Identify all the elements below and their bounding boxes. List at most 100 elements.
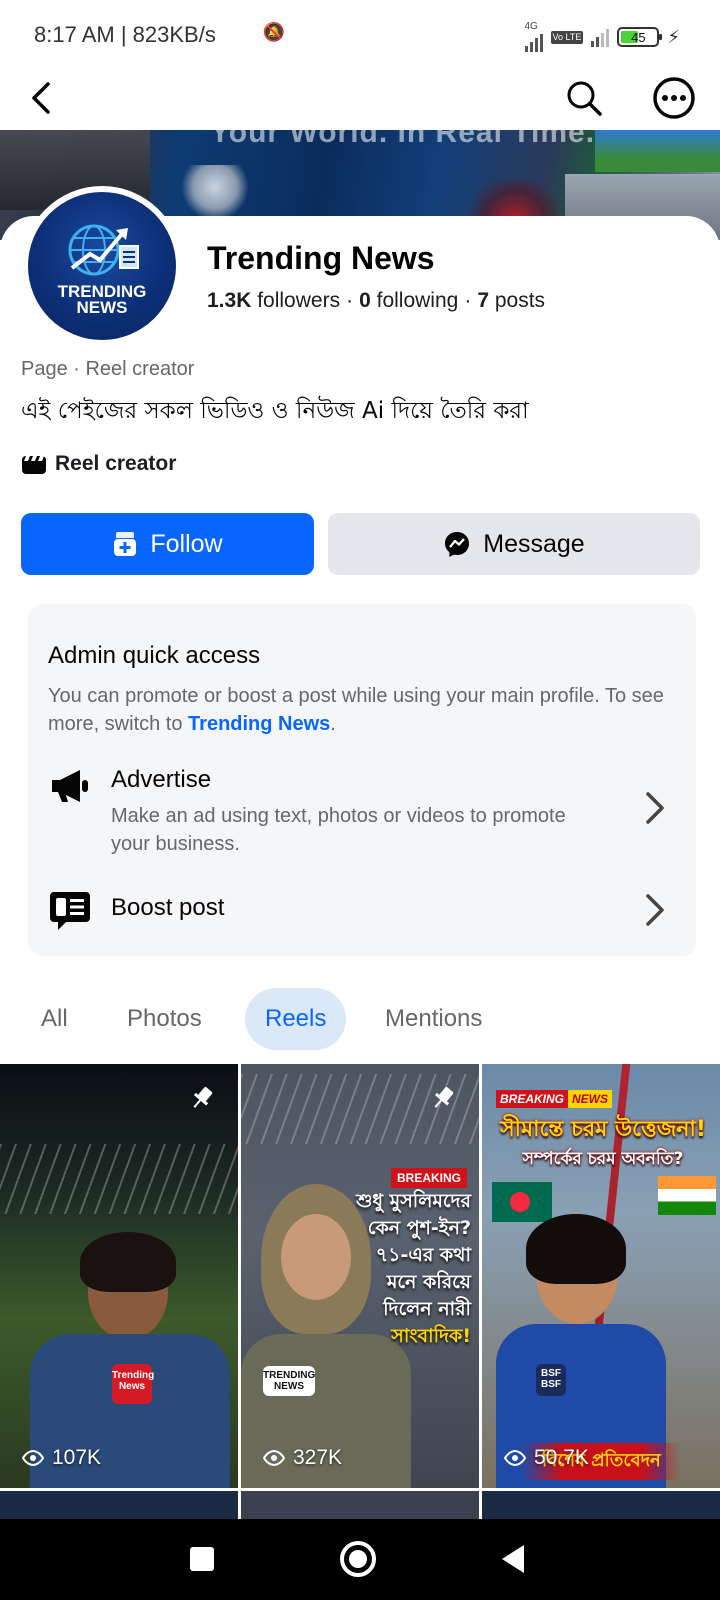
page-category: Page · Reel creator (21, 358, 195, 380)
battery-level: 45 (631, 29, 646, 45)
reel-thumbnail[interactable]: TRENDING NEWS BREAKING শুধু মুসলিমদের কে… (241, 1064, 479, 1488)
megaphone-icon (52, 770, 88, 802)
headline-line: ৭১-এর কথা (375, 1244, 471, 1266)
status-bar: 8:17 AM | 823KB/s 🔕 4G Vo LTE 45 ⚡ (0, 0, 720, 72)
headline-line: শুধু মুসলিমদের (356, 1190, 471, 1212)
profile-avatar[interactable]: TRENDING NEWS (22, 186, 182, 346)
breaking-badge: BREAKING (390, 1168, 467, 1188)
eye-icon (504, 1450, 526, 1466)
pin-icon (434, 1087, 454, 1108)
separator-dot: · (464, 289, 472, 312)
signal-2-icon (591, 27, 610, 47)
reel-view-count: 107K (22, 1446, 101, 1470)
headline-line: সাংবাদিক! (391, 1325, 471, 1347)
tab-mentions[interactable]: Mentions (365, 988, 502, 1050)
followers-count: 1.3K (207, 289, 252, 312)
boost-post-icon (50, 892, 90, 930)
messenger-icon (445, 532, 470, 557)
content-tabs: All Photos Reels Mentions (0, 988, 720, 1050)
posts-label: posts (494, 289, 546, 312)
battery-icon: 45 (617, 27, 663, 47)
boost-post-title: Boost post (111, 894, 225, 921)
reel-subheadline: সম্পর্কের চরম অবনতি? (522, 1149, 684, 1169)
reel-creator-tag: Reel creator (21, 452, 176, 476)
message-button-label: Message (483, 529, 585, 558)
reel-thumbnail[interactable]: Trending News 107K (0, 1064, 238, 1488)
separator-dot: · (346, 289, 354, 312)
page-bio: এই পেইজের সকল ভিডিও ও নিউজ Ai দিয়ে তৈরি… (21, 398, 529, 424)
advertise-subtitle: Make an ad using text, photos or videos … (111, 805, 566, 855)
status-time-speed: 8:17 AM | 823KB/s (34, 22, 216, 47)
reel-view-count: 50.7K (504, 1446, 589, 1470)
admin-desc-text: You can promote or boost a post while us… (48, 685, 664, 735)
headline-line: কেন পুশ-ইন? (367, 1217, 471, 1239)
admin-quick-access-card: Admin quick access You can promote or bo… (28, 604, 696, 956)
eye-icon (263, 1450, 285, 1466)
reel-mic-label: BSF BSF (536, 1364, 566, 1396)
system-navigation-bar (0, 1519, 720, 1600)
tab-all[interactable]: All (21, 988, 88, 1050)
pin-icon (193, 1087, 213, 1108)
tab-reels[interactable]: Reels (245, 988, 347, 1050)
breaking-news-badge: BREAKING NEWS (496, 1090, 613, 1108)
cover-tagline: Your World. In Real Time. (210, 130, 596, 149)
message-button[interactable]: Message (328, 513, 700, 575)
globe-news-logo-icon (68, 224, 139, 276)
admin-card-description: You can promote or boost a post while us… (48, 682, 668, 738)
reel-headline: সীমান্তে চরম উত্তেজনা! (500, 1117, 706, 1142)
charging-icon: ⚡ (667, 26, 680, 47)
following-label: following (376, 289, 459, 312)
advertise-title: Advertise (111, 766, 212, 793)
reel-clapper-icon (22, 456, 46, 474)
posts-count: 7 (477, 289, 490, 312)
reel-views-label: 327K (293, 1446, 343, 1469)
status-icons: 🔕 4G Vo LTE 45 ⚡ (263, 21, 680, 52)
chevron-right-icon (646, 894, 664, 926)
reel-thumbnail[interactable]: BSF BSF BREAKING NEWS সীমান্তে চরম উত্তে… (482, 1064, 720, 1488)
follow-button[interactable]: Follow (21, 513, 314, 575)
reel-view-count: 327K (263, 1446, 342, 1470)
avatar-text-line2: NEWS (76, 298, 128, 317)
reels-grid: Trending News 107K TRENDING NEWS BREAKIN… (0, 1064, 720, 1488)
follow-page-icon (114, 532, 137, 556)
posts-link: 7 posts (477, 289, 545, 312)
cover-satellite-dish (180, 165, 250, 220)
following-count: 0 (359, 289, 371, 312)
reels-next-row (0, 1491, 720, 1519)
volte-badge: Vo LTE (550, 30, 584, 44)
reel-mic-label: TRENDING NEWS (263, 1366, 315, 1396)
india-flag-icon (658, 1176, 716, 1215)
admin-card-title: Admin quick access (48, 642, 261, 669)
headline-line: দিলেন নারী (383, 1298, 471, 1320)
following-link[interactable]: 0 following (359, 289, 458, 312)
home-circle-icon[interactable] (336, 1537, 380, 1581)
reel-views-label: 50.7K (534, 1446, 589, 1469)
admin-desc-period: . (330, 713, 336, 735)
profile-stats: 1.3K followers · 0 following · 7 posts (207, 289, 545, 313)
back-chevron-icon[interactable] (22, 76, 66, 120)
recents-square-icon[interactable] (180, 1537, 224, 1581)
news-label: NEWS (568, 1090, 613, 1108)
mute-icon: 🔕 (262, 22, 285, 42)
advertise-row[interactable]: Advertise Make an ad using text, photos … (28, 762, 696, 872)
reel-creator-label: Reel creator (55, 452, 177, 475)
breaking-label: BREAKING (496, 1090, 569, 1108)
follow-button-label: Follow (150, 529, 223, 558)
followers-link[interactable]: 1.3K followers (207, 289, 340, 312)
barbed-wire-graphic (0, 1144, 238, 1214)
more-options-icon[interactable] (650, 74, 698, 122)
chevron-right-icon (646, 792, 664, 824)
network-type: 4G (524, 21, 538, 32)
signal-icon (524, 32, 543, 52)
top-nav (0, 72, 720, 130)
eye-icon (22, 1450, 44, 1466)
headline-line: মনে করিয়ে (386, 1271, 471, 1293)
tab-photos[interactable]: Photos (107, 988, 222, 1050)
reel-headline: শুধু মুসলিমদের কেন পুশ-ইন? ৭১-এর কথা মনে… (331, 1188, 471, 1350)
back-triangle-icon[interactable] (492, 1537, 536, 1581)
followers-label: followers (257, 289, 341, 312)
boost-post-row[interactable]: Boost post (28, 884, 696, 944)
switch-profile-link[interactable]: Trending News (188, 713, 330, 735)
search-icon[interactable] (562, 76, 606, 120)
page-title: Trending News (207, 240, 435, 276)
